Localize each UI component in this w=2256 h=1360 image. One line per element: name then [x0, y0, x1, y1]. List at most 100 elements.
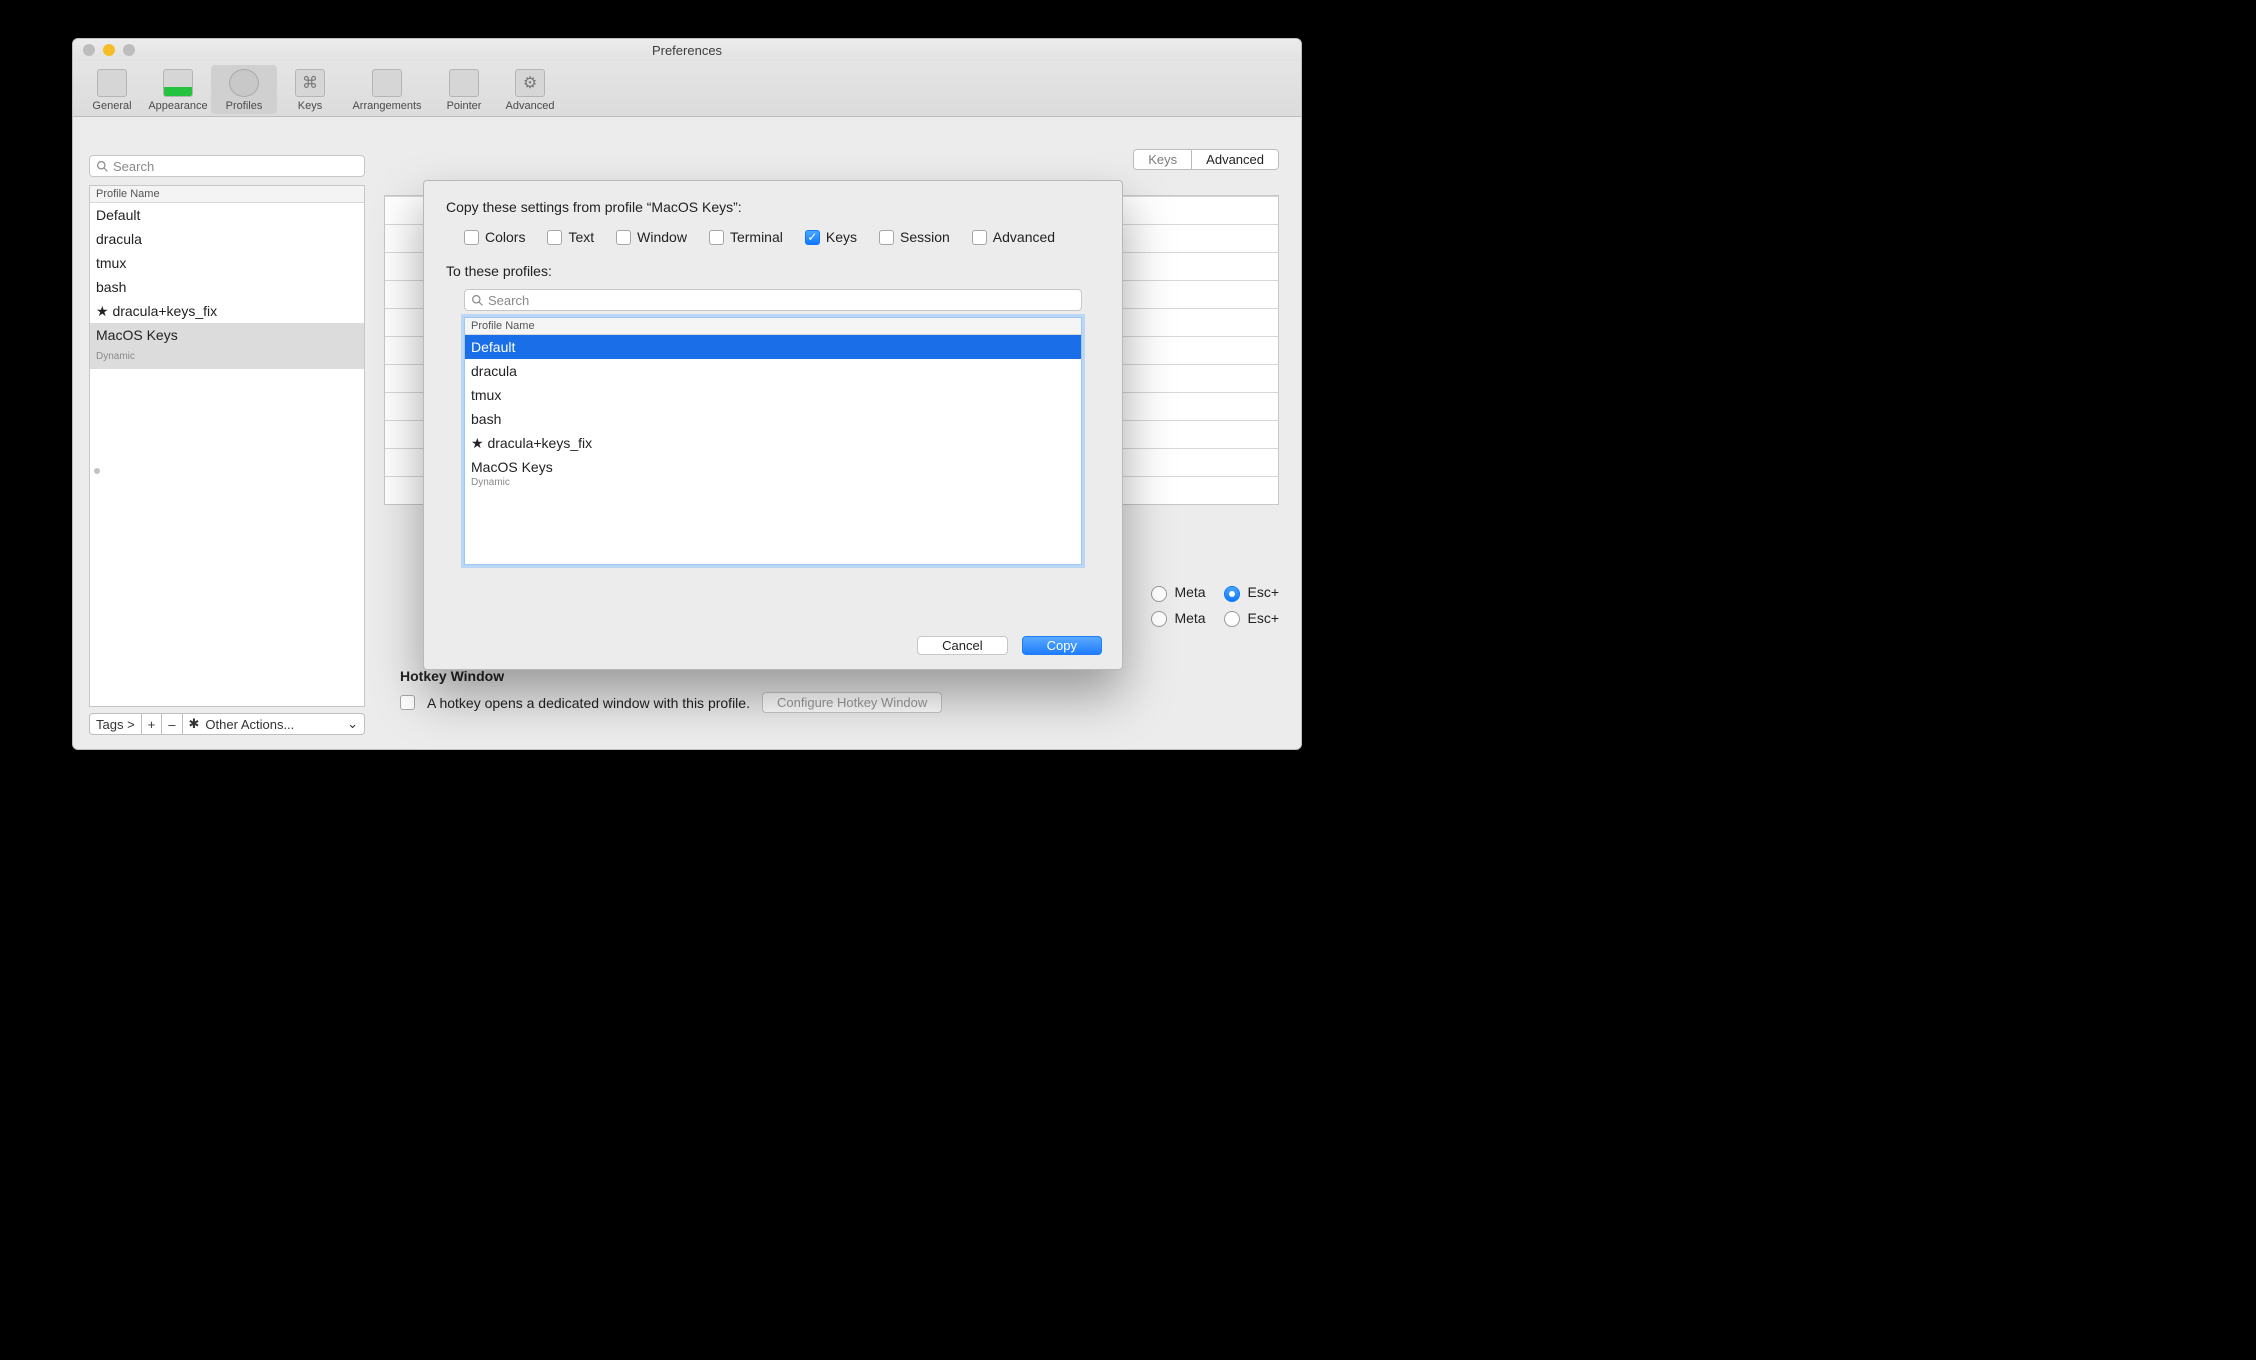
target-profile-row[interactable]: ★ dracula+keys_fix	[465, 431, 1081, 455]
toolbar-label: General	[92, 100, 131, 112]
target-profile-row[interactable]: tmux	[465, 383, 1081, 407]
copy-button[interactable]: Copy	[1022, 636, 1102, 655]
target-list-header: Profile Name	[465, 318, 1081, 335]
toolbar-item-appearance[interactable]: Appearance	[145, 65, 211, 114]
close-icon[interactable]	[83, 44, 95, 56]
tab-keys[interactable]: Keys	[1134, 150, 1191, 169]
toolbar-item-profiles[interactable]: Profiles	[211, 65, 277, 114]
checkbox-icon	[709, 230, 724, 245]
radio-icon	[1224, 611, 1240, 627]
target-profile-subtitle: Dynamic	[465, 477, 1081, 488]
other-actions-menu[interactable]: ✱ Other Actions... ⌄	[183, 713, 366, 735]
cancel-button[interactable]: Cancel	[917, 636, 1007, 655]
radio-icon	[1151, 586, 1167, 602]
add-profile-button[interactable]: +	[142, 713, 163, 735]
toolbar-label: Arrangements	[352, 100, 421, 112]
profile-row[interactable]: dracula	[90, 227, 364, 251]
general-icon	[97, 69, 127, 97]
advanced-icon: ⚙	[515, 69, 545, 97]
checkbox-advanced[interactable]: Advanced	[972, 229, 1055, 245]
profile-row[interactable]: tmux	[90, 251, 364, 275]
checkbox-window[interactable]: Window	[616, 229, 687, 245]
keys-icon: ⌘	[295, 69, 325, 97]
gear-icon: ✱	[189, 716, 200, 732]
pointer-icon	[449, 69, 479, 97]
search-placeholder: Search	[488, 293, 529, 308]
checkbox-keys[interactable]: Keys	[805, 229, 857, 245]
settings-checkboxes: Colors Text Window Terminal Keys Session Advan…	[464, 229, 1100, 245]
window-title: Preferences	[652, 43, 722, 58]
modifier-row: Meta Esc+	[1151, 584, 1279, 601]
profile-row[interactable]: ★ dracula+keys_fix	[90, 299, 364, 323]
toolbar-label: Pointer	[447, 100, 482, 112]
tags-button[interactable]: Tags >	[89, 713, 142, 735]
profile-row[interactable]: Default	[90, 203, 364, 227]
hotkey-heading: Hotkey Window	[400, 668, 1279, 684]
profiles-list-header: Profile Name	[90, 186, 364, 203]
search-icon	[96, 160, 109, 173]
toolbar-item-advanced[interactable]: ⚙ Advanced	[497, 65, 563, 114]
chevron-down-icon: ⌄	[347, 716, 358, 732]
profiles-sidebar: Search Profile Name Defaultdraculatmuxba…	[85, 151, 369, 737]
checkbox-icon	[464, 230, 479, 245]
target-profile-row[interactable]: Default	[465, 335, 1081, 359]
checkbox-colors[interactable]: Colors	[464, 229, 525, 245]
toolbar-item-keys[interactable]: ⌘ Keys	[277, 65, 343, 114]
toolbar-label: Profiles	[226, 100, 263, 112]
profile-row-subtitle: Dynamic	[90, 345, 364, 369]
toolbar-item-general[interactable]: General	[79, 65, 145, 114]
modifier-option-meta[interactable]: Meta	[1151, 584, 1206, 601]
profiles-icon	[229, 69, 259, 97]
target-profile-row[interactable]: MacOS Keys	[465, 455, 1081, 479]
modifier-row: Meta Esc+	[1151, 610, 1279, 627]
checkbox-terminal[interactable]: Terminal	[709, 229, 783, 245]
profiles-list[interactable]: Profile Name Defaultdraculatmuxbash★ dra…	[89, 185, 365, 707]
hotkey-checkbox[interactable]	[400, 695, 415, 710]
arrangements-icon	[372, 69, 402, 97]
checkbox-icon	[805, 230, 820, 245]
tab-advanced[interactable]: Advanced	[1191, 150, 1278, 169]
titlebar: Preferences	[73, 39, 1301, 61]
checkbox-icon	[879, 230, 894, 245]
toolbar: General Appearance Profiles ⌘ Keys Arrangemen…	[73, 61, 1301, 117]
checkbox-icon	[616, 230, 631, 245]
preferences-window: Preferences General Appearance Profiles ⌘ Ke…	[72, 38, 1302, 750]
toolbar-label: Advanced	[506, 100, 555, 112]
modifier-option-esc[interactable]: Esc+	[1224, 584, 1279, 601]
copy-settings-sheet: Copy these settings from profile “MacOS …	[423, 180, 1123, 670]
modifier-option-meta[interactable]: Meta	[1151, 610, 1206, 627]
minimize-icon[interactable]	[103, 44, 115, 56]
radio-icon	[1224, 586, 1240, 602]
profiles-search[interactable]: Search	[89, 155, 365, 177]
zoom-icon[interactable]	[123, 44, 135, 56]
hotkey-section: Hotkey Window A hotkey opens a dedicated…	[400, 668, 1279, 713]
detail-tabs: Keys Advanced	[1133, 149, 1279, 170]
appearance-icon	[163, 69, 193, 97]
search-placeholder: Search	[113, 159, 154, 174]
toolbar-label: Appearance	[148, 100, 207, 112]
radio-icon	[1151, 611, 1167, 627]
sidebar-resize-handle[interactable]	[94, 468, 100, 474]
profiles-footer: Tags > + – ✱ Other Actions... ⌄	[89, 713, 365, 735]
sheet-title: Copy these settings from profile “MacOS …	[446, 199, 1100, 215]
to-profiles-label: To these profiles:	[446, 263, 1100, 279]
profile-row[interactable]: MacOS Keys	[90, 323, 364, 347]
target-profiles-search[interactable]: Search	[464, 289, 1082, 311]
remove-profile-button[interactable]: –	[162, 713, 182, 735]
checkbox-icon	[972, 230, 987, 245]
modifier-options: Meta Esc+ Meta Esc+	[1151, 584, 1279, 627]
hotkey-label: A hotkey opens a dedicated window with t…	[427, 695, 750, 711]
configure-hotkey-button[interactable]: Configure Hotkey Window	[762, 692, 942, 713]
toolbar-item-pointer[interactable]: Pointer	[431, 65, 497, 114]
toolbar-label: Keys	[298, 100, 322, 112]
checkbox-text[interactable]: Text	[547, 229, 594, 245]
profile-row[interactable]: bash	[90, 275, 364, 299]
search-icon	[471, 294, 484, 307]
target-profiles-list[interactable]: Profile Name Defaultdraculatmuxbash★ dra…	[464, 317, 1082, 565]
modifier-option-esc[interactable]: Esc+	[1224, 610, 1279, 627]
target-profile-row[interactable]: bash	[465, 407, 1081, 431]
checkbox-session[interactable]: Session	[879, 229, 950, 245]
checkbox-icon	[547, 230, 562, 245]
target-profile-row[interactable]: dracula	[465, 359, 1081, 383]
toolbar-item-arrangements[interactable]: Arrangements	[343, 65, 431, 114]
